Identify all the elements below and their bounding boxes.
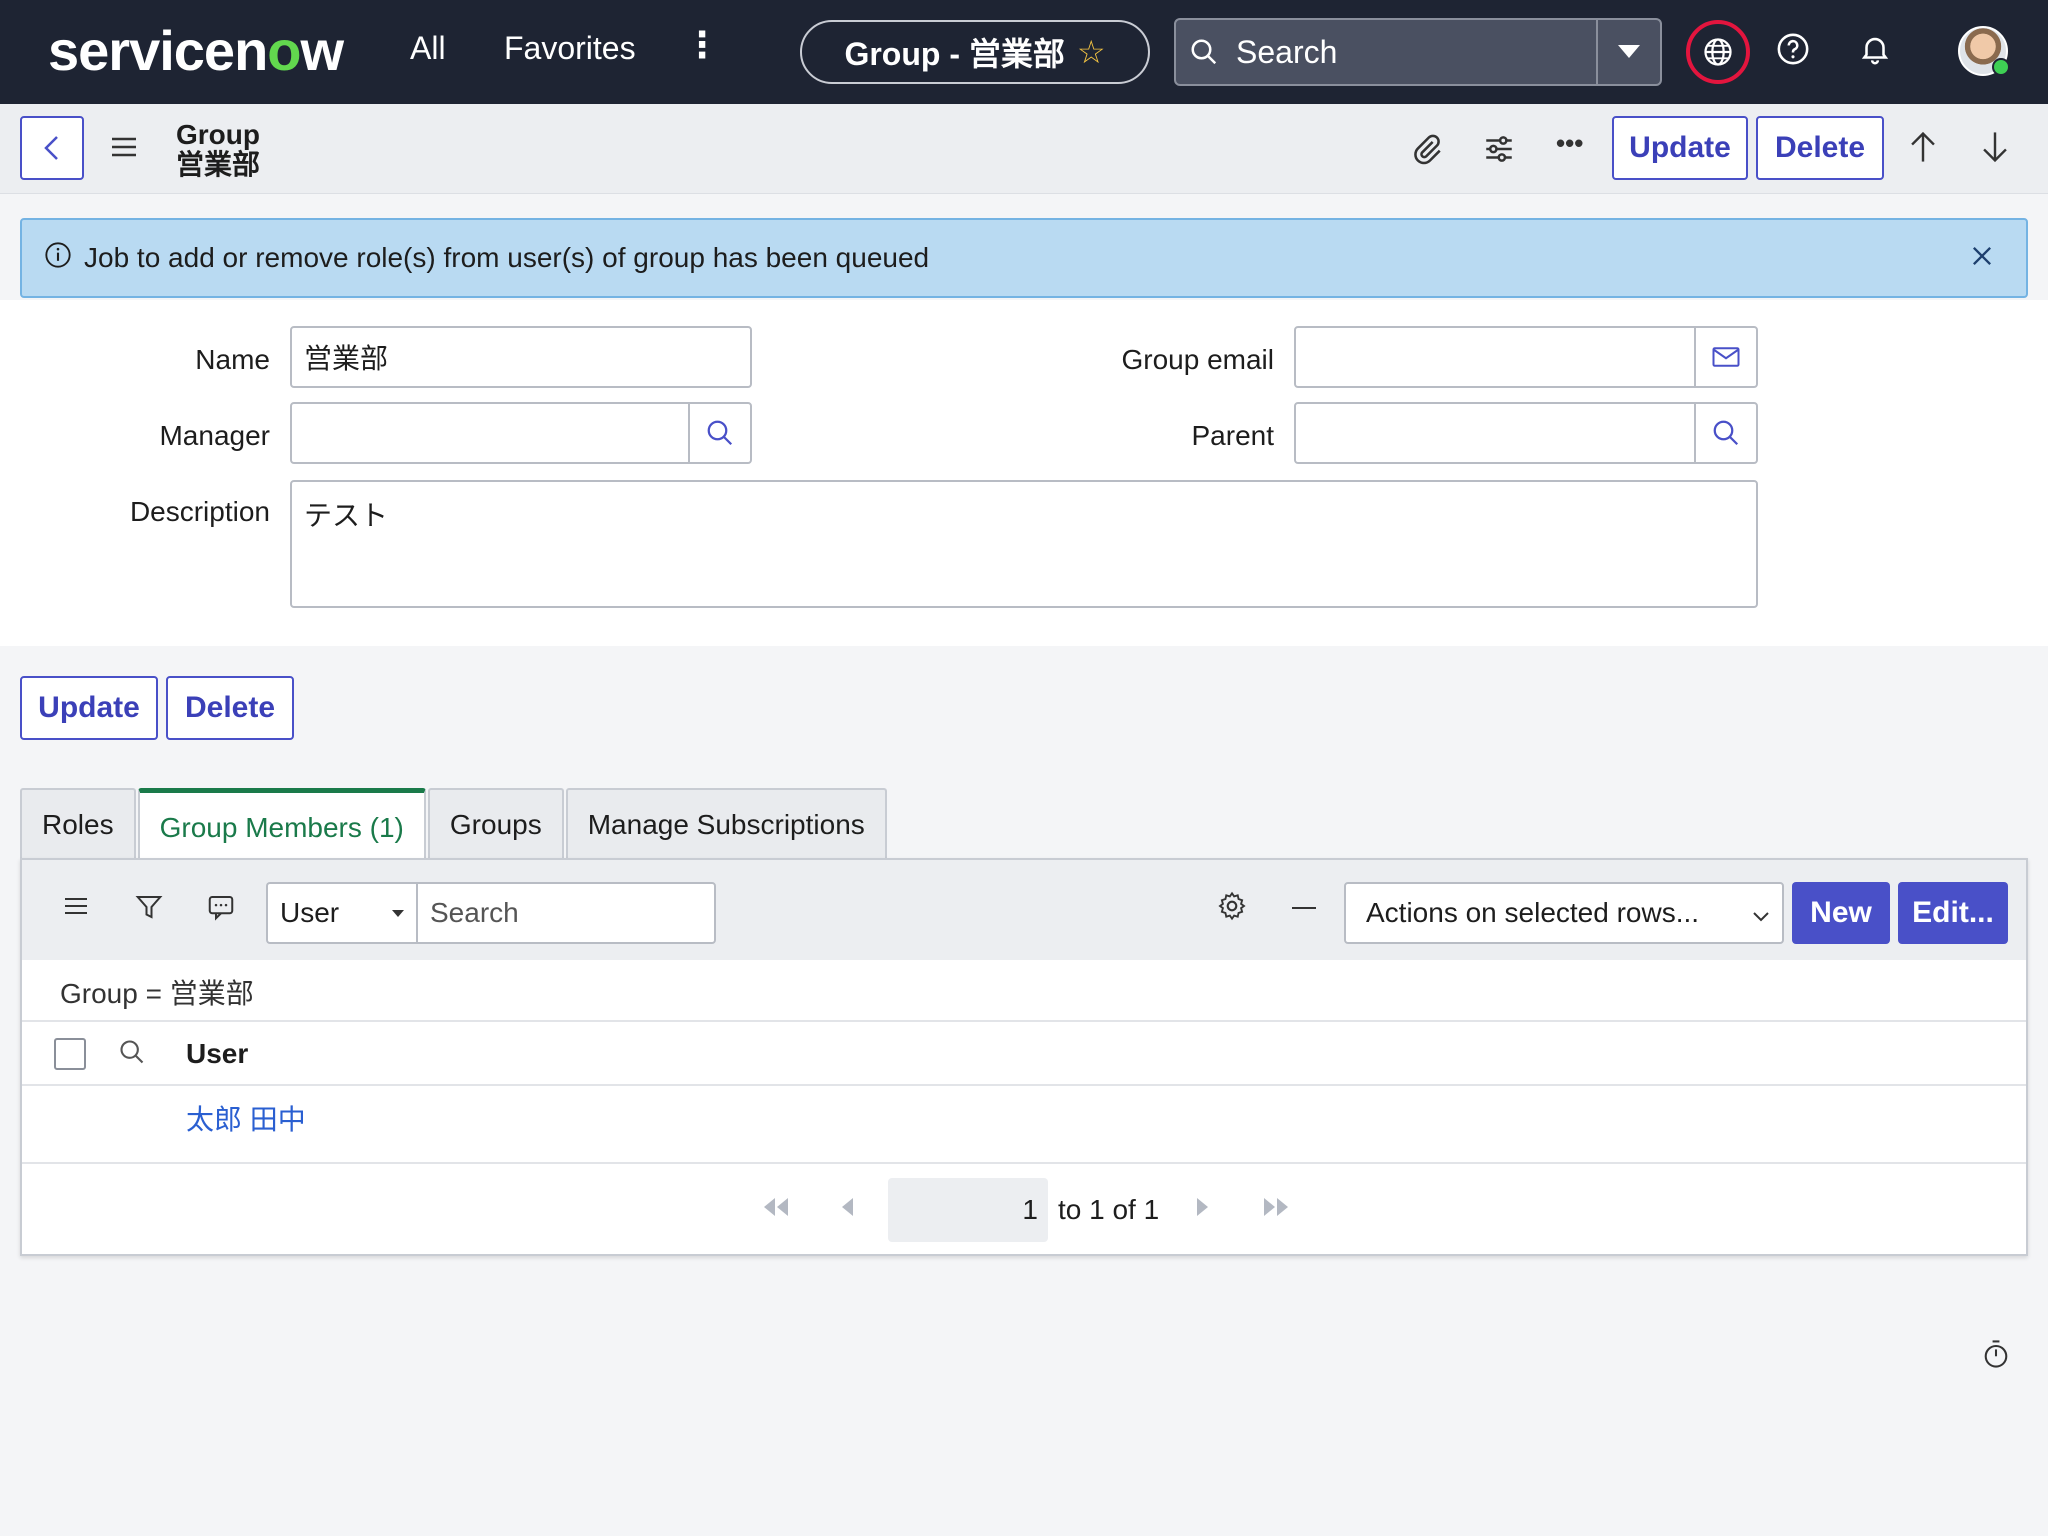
arrow-down-icon[interactable] — [1980, 130, 2010, 169]
list-header-row: User — [22, 1020, 2026, 1084]
page-title-record: 営業部 — [176, 149, 261, 180]
bell-icon[interactable] — [1858, 32, 1892, 71]
filter-icon[interactable] — [134, 892, 164, 927]
new-button[interactable]: New — [1792, 882, 1890, 944]
search-field-select[interactable]: User — [266, 882, 416, 944]
manager-field[interactable] — [290, 402, 752, 464]
close-icon[interactable] — [1968, 242, 1996, 277]
tab-groups[interactable]: Groups — [427, 788, 564, 860]
group-members-list: User Search Actions on selected rows... … — [20, 858, 2028, 1256]
context-title-pill[interactable]: Group - 営業部 ☆ — [800, 20, 1150, 84]
name-value: 営業部 — [304, 343, 389, 374]
help-icon[interactable] — [1776, 32, 1810, 71]
tab-roles[interactable]: Roles — [20, 788, 136, 860]
parent-label: Parent — [1191, 420, 1275, 451]
table-row: 太郎 田中 — [22, 1084, 2026, 1164]
paperclip-icon[interactable] — [1410, 132, 1444, 171]
email-icon[interactable] — [1694, 328, 1756, 386]
chevron-down-icon[interactable] — [1596, 20, 1660, 84]
global-search[interactable]: Search — [1174, 18, 1662, 86]
globe-icon[interactable] — [1686, 20, 1750, 84]
chevron-left-icon — [44, 136, 58, 160]
tab-manage-subscriptions[interactable]: Manage Subscriptions — [565, 788, 887, 860]
nav-favorites[interactable]: Favorites — [504, 30, 636, 67]
parent-field[interactable] — [1294, 402, 1758, 464]
last-page-icon[interactable] — [1262, 1196, 1290, 1224]
actions-select[interactable]: Actions on selected rows... — [1344, 882, 1784, 944]
info-icon — [44, 241, 72, 276]
comment-icon[interactable] — [206, 892, 236, 927]
search-icon[interactable] — [688, 404, 750, 462]
group-email-field[interactable] — [1294, 326, 1758, 388]
page-title-table: Group — [176, 119, 260, 150]
context-menu-icon[interactable] — [110, 134, 138, 165]
page-range-text: to 1 of 1 — [1058, 1194, 1160, 1225]
chevron-down-icon — [1750, 902, 1772, 934]
star-icon[interactable]: ☆ — [1077, 33, 1106, 71]
first-page-icon[interactable] — [762, 1196, 790, 1224]
next-page-icon[interactable] — [1194, 1196, 1210, 1224]
search-field-value: User — [280, 897, 340, 928]
personalize-form-icon[interactable] — [1482, 132, 1516, 171]
manager-label: Manager — [159, 420, 270, 451]
list-search-input[interactable]: Search — [416, 882, 716, 944]
edit-button[interactable]: Edit... — [1898, 882, 2008, 944]
select-all-checkbox[interactable] — [54, 1038, 86, 1070]
group-email-label: Group email — [1121, 344, 1274, 375]
user-link[interactable]: 太郎 田中 — [186, 1098, 306, 1138]
actions-select-value: Actions on selected rows... — [1366, 897, 1700, 928]
list-toolbar: User Search Actions on selected rows... … — [22, 860, 2026, 960]
gear-icon[interactable] — [1216, 890, 1248, 927]
page-title: Group 営業部 — [176, 120, 260, 180]
search-icon[interactable] — [118, 1038, 146, 1071]
info-alert: Job to add or remove role(s) from user(s… — [20, 218, 2028, 298]
form-delete-button[interactable]: Delete — [166, 676, 294, 740]
top-navigation: servicenow All Favorites ⋮ Group - 営業部 ☆… — [0, 0, 2048, 104]
list-pagination: 1 to 1 of 1 — [22, 1162, 2026, 1254]
avatar[interactable] — [1958, 26, 2010, 76]
nav-more-menu-icon[interactable]: ⋮ — [684, 24, 720, 66]
description-field[interactable]: テスト — [290, 480, 1758, 608]
page-number-input[interactable]: 1 — [888, 1178, 1048, 1242]
collapse-icon[interactable] — [1290, 898, 1318, 916]
column-header-user[interactable]: User — [186, 1038, 248, 1070]
search-icon[interactable] — [1694, 404, 1756, 462]
arrow-up-icon[interactable] — [1908, 130, 1938, 169]
nav-all[interactable]: All — [410, 30, 446, 67]
update-button[interactable]: Update — [1612, 116, 1748, 180]
list-menu-icon[interactable] — [62, 894, 90, 923]
description-label: Description — [129, 496, 270, 527]
back-button[interactable] — [20, 116, 84, 180]
form-header: Group 営業部 ••• Update Delete — [0, 104, 2048, 194]
caret-down-icon — [392, 910, 404, 917]
stopwatch-icon[interactable] — [1982, 1338, 2010, 1375]
name-label: Name — [195, 344, 270, 375]
name-field[interactable]: 営業部 — [290, 326, 752, 388]
more-options-icon[interactable]: ••• — [1556, 128, 1583, 159]
form-update-button[interactable]: Update — [20, 676, 158, 740]
related-list-tabs: Roles Group Members (1) Groups Manage Su… — [20, 788, 889, 862]
alert-message: Job to add or remove role(s) from user(s… — [84, 242, 930, 273]
delete-button[interactable]: Delete — [1756, 116, 1884, 180]
list-breadcrumb[interactable]: Group = 営業部 — [60, 972, 254, 1012]
search-icon — [1176, 37, 1232, 67]
context-title: Group - 営業部 — [844, 36, 1065, 72]
tab-group-members[interactable]: Group Members (1) — [137, 788, 426, 862]
servicenow-logo[interactable]: servicenow — [48, 18, 344, 83]
global-search-input[interactable]: Search — [1232, 34, 1596, 71]
previous-page-icon[interactable] — [840, 1196, 856, 1224]
